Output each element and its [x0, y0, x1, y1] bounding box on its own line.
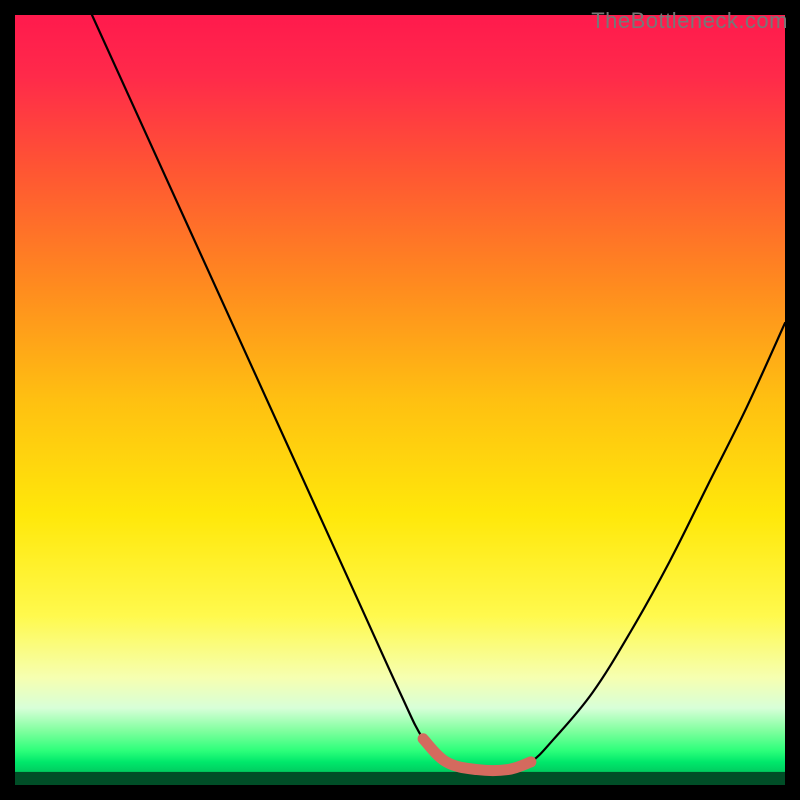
gradient-background: [15, 15, 785, 785]
watermark-text: TheBottleneck.com: [591, 8, 788, 34]
dark-green-band: [15, 772, 785, 785]
chart-svg: [15, 15, 785, 785]
